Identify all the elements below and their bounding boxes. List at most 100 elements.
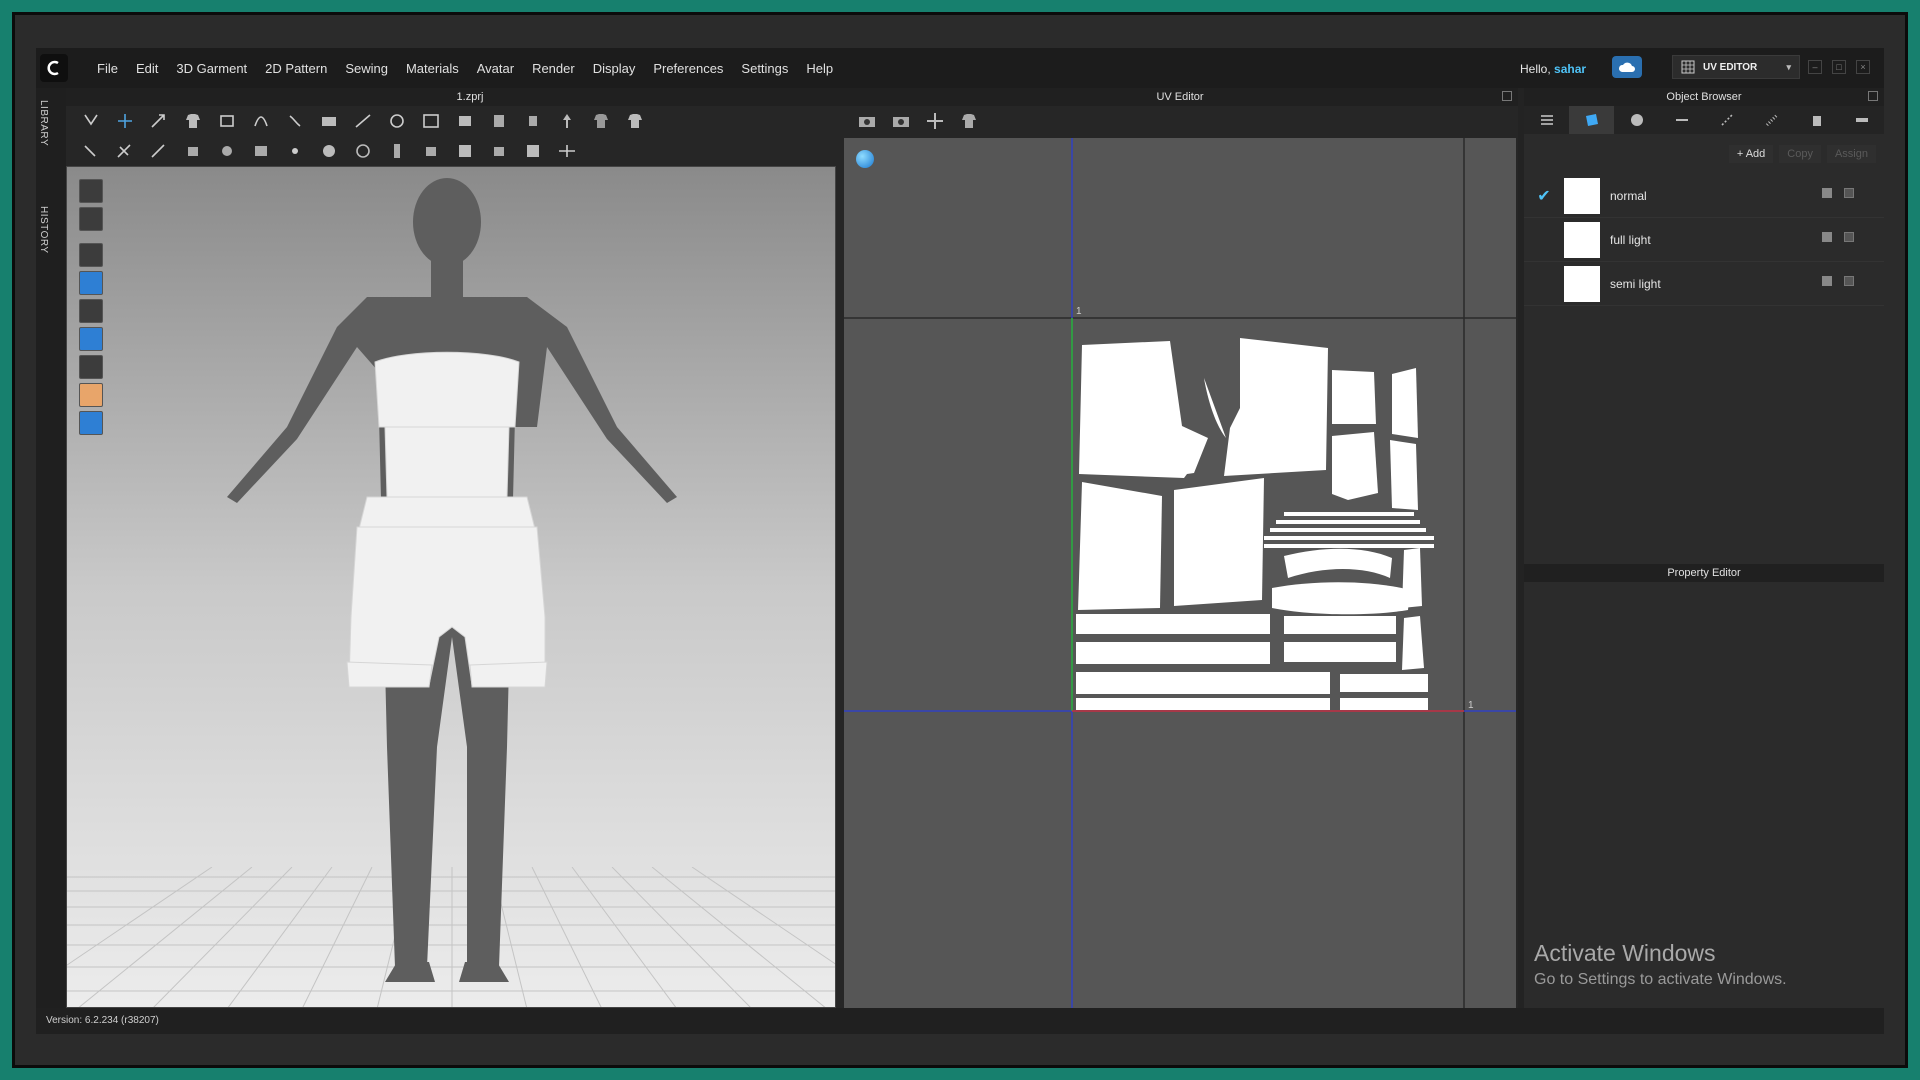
3d-viewport[interactable] xyxy=(66,166,836,1008)
avatar-with-garment[interactable] xyxy=(67,167,836,1008)
pattern-pieces-tool[interactable] xyxy=(248,140,274,162)
object-browser-actions: + Add Copy Assign xyxy=(1524,134,1884,174)
uv-garment-icon[interactable] xyxy=(956,110,982,132)
sewing-tool[interactable] xyxy=(112,140,138,162)
tab-list-icon[interactable] xyxy=(1524,106,1569,134)
strengthen-tool[interactable] xyxy=(214,140,240,162)
tack-tool[interactable] xyxy=(248,110,274,132)
tab-topstitch-icon[interactable] xyxy=(1704,106,1749,134)
edit-pattern-tool[interactable] xyxy=(78,140,104,162)
menu-avatar[interactable]: Avatar xyxy=(468,61,523,76)
tab-history[interactable]: HISTORY xyxy=(38,206,49,254)
menu-materials[interactable]: Materials xyxy=(397,61,468,76)
edit-icon[interactable] xyxy=(1822,276,1832,286)
piping-tool[interactable] xyxy=(486,140,512,162)
brush-tool[interactable] xyxy=(384,110,410,132)
sphere-preview-icon[interactable] xyxy=(856,150,874,168)
tab-more-icon[interactable] xyxy=(1839,106,1884,134)
edit-icon[interactable] xyxy=(1822,188,1832,198)
view-shading-icon[interactable] xyxy=(79,355,103,379)
status-bar: Version: 6.2.234 (r38207) xyxy=(36,1008,1884,1034)
menu-display[interactable]: Display xyxy=(584,61,645,76)
menu-preferences[interactable]: Preferences xyxy=(644,61,732,76)
button-tool[interactable] xyxy=(486,110,512,132)
uv-editor-panel: UV Editor 1 1 xyxy=(842,88,1518,1008)
graphic-tool[interactable] xyxy=(452,110,478,132)
minimize-button[interactable]: – xyxy=(1808,60,1822,74)
tab-buttonhole-icon[interactable] xyxy=(1659,106,1704,134)
view-globe-icon[interactable] xyxy=(79,411,103,435)
fold-arrange-tool[interactable] xyxy=(180,140,206,162)
tab-library[interactable]: LIBRARY xyxy=(38,100,49,146)
trim-tool[interactable] xyxy=(554,110,580,132)
segment-sewing-tool[interactable] xyxy=(146,140,172,162)
button-place-tool[interactable] xyxy=(316,140,342,162)
popout-icon[interactable] xyxy=(1868,91,1878,101)
rectangle-tool[interactable] xyxy=(452,140,478,162)
material-thumbnail xyxy=(1564,177,1600,214)
add-point-tool[interactable] xyxy=(282,140,308,162)
menu-edit[interactable]: Edit xyxy=(127,61,167,76)
view-avatar-icon[interactable] xyxy=(79,243,103,267)
pattern-tool[interactable] xyxy=(214,110,240,132)
view-pattern-icon[interactable] xyxy=(79,271,103,295)
viewport-title-bar: 1.zprj xyxy=(66,88,874,106)
menu-bar: File Edit 3D Garment 2D Pattern Sewing M… xyxy=(88,48,842,88)
uv-move-icon[interactable] xyxy=(922,110,948,132)
zipper-place-tool[interactable] xyxy=(384,140,410,162)
view-garment-icon[interactable] xyxy=(79,179,103,203)
tab-fabric-icon[interactable] xyxy=(1569,106,1614,134)
select-move-tool[interactable] xyxy=(78,110,104,132)
copy-button[interactable]: Copy xyxy=(1779,145,1821,163)
pin-tool[interactable] xyxy=(282,110,308,132)
app-logo[interactable] xyxy=(40,54,68,82)
buttonhole-tool[interactable] xyxy=(350,140,376,162)
texture-tool[interactable] xyxy=(418,110,444,132)
fold-tool[interactable] xyxy=(146,110,172,132)
uv-canvas[interactable]: 1 1 xyxy=(844,138,1516,1008)
view-skin-icon[interactable] xyxy=(79,383,103,407)
maximize-button[interactable]: □ xyxy=(1832,60,1846,74)
uv-snapshot-icon[interactable] xyxy=(854,110,880,132)
puckering-tool[interactable] xyxy=(418,140,444,162)
view-pose-icon[interactable] xyxy=(79,299,103,323)
delete-icon[interactable] xyxy=(1844,232,1854,242)
transform-tool[interactable] xyxy=(112,110,138,132)
move-sewing-tool[interactable] xyxy=(554,140,580,162)
user-name[interactable]: sahar xyxy=(1554,62,1586,76)
tab-trim-icon[interactable] xyxy=(1794,106,1839,134)
menu-sewing[interactable]: Sewing xyxy=(336,61,397,76)
workspace-mode-button[interactable]: UV EDITOR ▾ xyxy=(1672,55,1800,79)
menu-render[interactable]: Render xyxy=(523,61,584,76)
view-texture-icon[interactable] xyxy=(79,327,103,351)
delete-icon[interactable] xyxy=(1844,276,1854,286)
list-item[interactable]: ✔ normal xyxy=(1524,174,1884,218)
cloud-sync-button[interactable] xyxy=(1612,56,1642,78)
zipper-tool[interactable] xyxy=(520,110,546,132)
add-button[interactable]: + Add xyxy=(1728,145,1774,163)
property-editor-title: Property Editor xyxy=(1667,567,1741,579)
menu-3d-garment[interactable]: 3D Garment xyxy=(167,61,256,76)
view-shirt-icon[interactable] xyxy=(79,207,103,231)
edit-icon[interactable] xyxy=(1822,232,1832,242)
viewport-title: 1.zprj xyxy=(456,91,484,103)
garment-tool[interactable] xyxy=(622,110,648,132)
list-item[interactable]: full light xyxy=(1524,218,1884,262)
measure-tool[interactable] xyxy=(350,110,376,132)
menu-settings[interactable]: Settings xyxy=(732,61,797,76)
garment-fit-tool[interactable] xyxy=(180,110,206,132)
assign-button[interactable]: Assign xyxy=(1826,145,1876,163)
menu-2d-pattern[interactable]: 2D Pattern xyxy=(256,61,336,76)
tab-button-icon[interactable] xyxy=(1614,106,1659,134)
list-item[interactable]: semi light xyxy=(1524,262,1884,306)
menu-file[interactable]: File xyxy=(88,61,127,76)
uv-snapshot-all-icon[interactable] xyxy=(888,110,914,132)
delete-icon[interactable] xyxy=(1844,188,1854,198)
popout-icon[interactable] xyxy=(1502,91,1512,101)
menu-help[interactable]: Help xyxy=(797,61,842,76)
tab-zipper-icon[interactable] xyxy=(1749,106,1794,134)
elastic-tool[interactable] xyxy=(520,140,546,162)
close-button[interactable]: × xyxy=(1856,60,1870,74)
avatar-tool[interactable] xyxy=(588,110,614,132)
arrange-tool[interactable] xyxy=(316,110,342,132)
